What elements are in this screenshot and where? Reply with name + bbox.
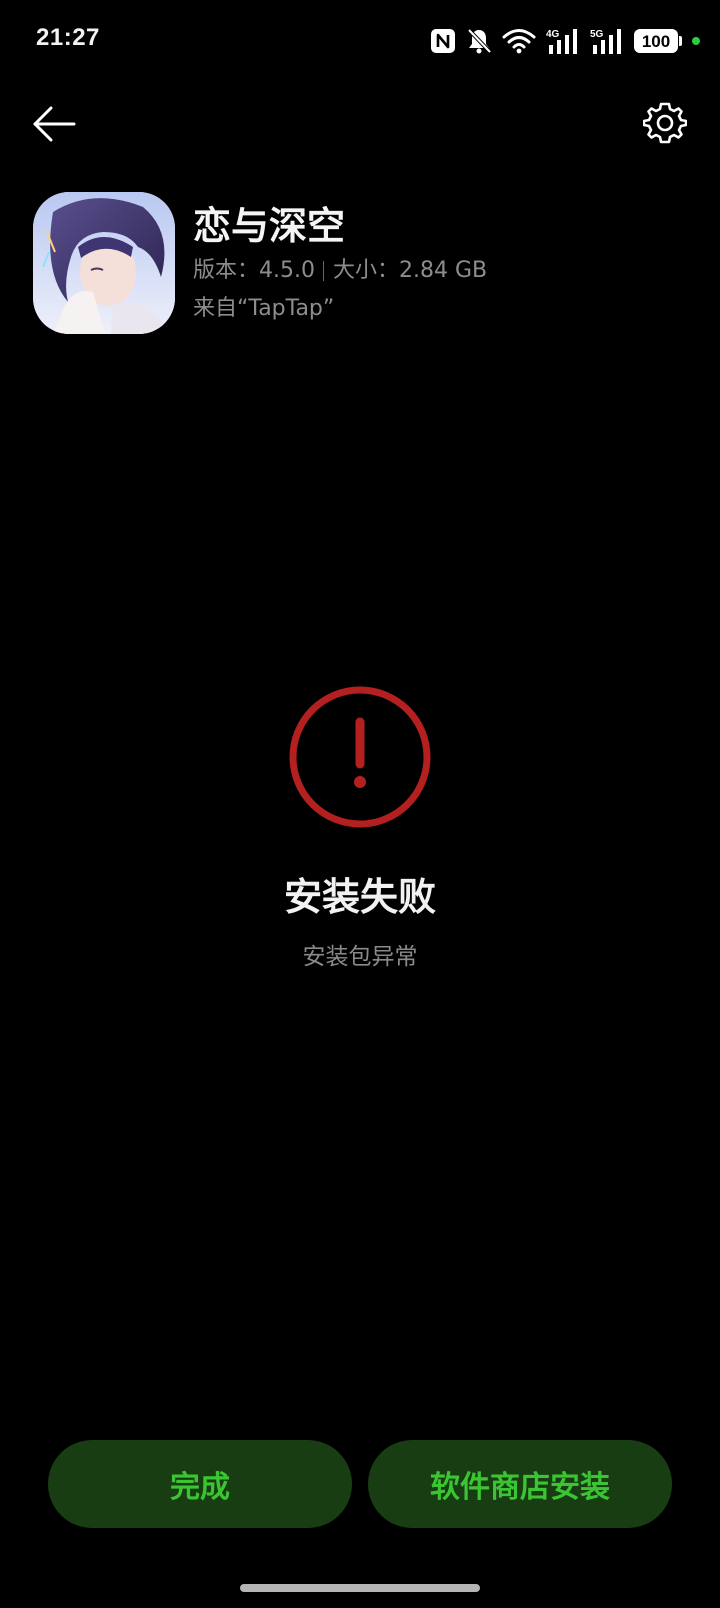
wifi-icon xyxy=(502,28,536,54)
app-size: 大小：2.84 GB xyxy=(332,258,488,283)
settings-button[interactable] xyxy=(640,98,690,148)
battery-cap xyxy=(679,36,682,46)
signal-5g-icon: 5G xyxy=(590,27,624,55)
network-4g-label: 4G xyxy=(546,29,560,40)
privacy-indicator-dot xyxy=(692,37,700,45)
app-icon xyxy=(33,192,175,334)
app-source: 来自“TapTap” xyxy=(193,296,335,321)
status-icons: 4G 5G 100 xyxy=(420,24,700,58)
app-meta: 版本：4.5.0 大小：2.84 GB xyxy=(193,254,487,288)
bell-off-icon xyxy=(466,27,492,55)
exclamation-circle-icon xyxy=(287,684,433,830)
result-title: 安装失败 xyxy=(283,875,436,919)
battery-level: 100 xyxy=(641,31,671,51)
back-button[interactable] xyxy=(30,100,78,148)
app-header: 恋与深空 版本：4.5.0 大小：2.84 GB 来自“TapTap” xyxy=(33,192,693,336)
nfc-icon xyxy=(430,28,456,54)
done-button[interactable]: 完成 xyxy=(48,1440,352,1528)
battery-icon: 100 xyxy=(634,29,682,53)
home-indicator[interactable] xyxy=(240,1584,480,1592)
result-subtitle: 安装包异常 xyxy=(302,944,418,970)
arrow-left-icon xyxy=(33,106,76,142)
status-time: 21:27 xyxy=(36,24,100,51)
status-bar: 21:27 4G 5G 100 xyxy=(0,0,720,84)
app-info: 恋与深空 版本：4.5.0 大小：2.84 GB 来自“TapTap” xyxy=(193,202,487,326)
app-name: 恋与深空 xyxy=(193,204,346,248)
meta-divider xyxy=(322,261,324,281)
app-version: 版本：4.5.0 xyxy=(193,258,315,283)
store-install-button[interactable]: 软件商店安装 xyxy=(368,1440,672,1528)
gear-icon xyxy=(643,102,687,144)
network-5g-label: 5G xyxy=(590,29,604,40)
battery-body: 100 xyxy=(634,29,678,53)
signal-4g-icon: 4G xyxy=(546,27,580,55)
